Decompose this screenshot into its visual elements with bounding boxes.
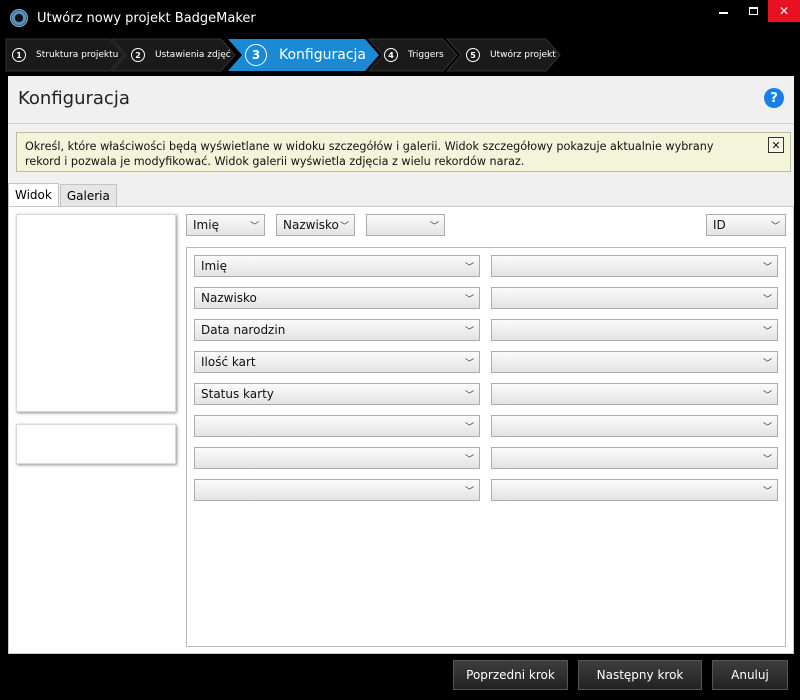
chevron-down-icon: ﹀ (464, 359, 474, 369)
selector-value: Imię (193, 218, 219, 232)
chevron-down-icon: ﹀ (770, 222, 780, 232)
step-label: Triggers (408, 50, 444, 60)
minimize-icon (718, 12, 728, 14)
field-value: Status karty (201, 387, 274, 401)
close-icon: ✕ (771, 138, 781, 152)
field-left-7[interactable]: ﹀ (194, 447, 480, 469)
chevron-down-icon: ﹀ (464, 423, 474, 433)
selector-3[interactable]: ﹀ (366, 214, 445, 236)
wizard-steps: 1 Struktura projektu 2 Ustawienia zdjęć … (0, 36, 800, 74)
maximize-button[interactable] (738, 0, 768, 22)
window-controls: ✕ (708, 0, 800, 24)
info-close-button[interactable]: ✕ (768, 137, 784, 153)
step-label: Konfiguracja (279, 47, 367, 63)
field-right-2[interactable]: ﹀ (491, 287, 778, 309)
close-window-button[interactable]: ✕ (768, 0, 800, 22)
tab-widok[interactable]: Widok (8, 183, 59, 206)
info-banner: Określ, które właściwości będą wyświetla… (16, 132, 791, 172)
close-icon: ✕ (778, 4, 790, 18)
chevron-down-icon: ﹀ (762, 423, 772, 433)
field-left-3[interactable]: Data narodzin ﹀ (194, 319, 480, 341)
field-right-4[interactable]: ﹀ (491, 351, 778, 373)
maximize-icon (748, 7, 758, 15)
selector-2[interactable]: Nazwisko ﹀ (276, 214, 355, 236)
step-5[interactable]: 5 Utwórz projekt (466, 39, 556, 71)
step-label: Ustawienia zdjęć (155, 50, 231, 60)
field-left-5[interactable]: Status karty ﹀ (194, 383, 480, 405)
cancel-button[interactable]: Anuluj (712, 660, 788, 690)
chevron-down-icon: ﹀ (762, 487, 772, 497)
chevron-down-icon: ﹀ (464, 391, 474, 401)
step-3[interactable]: 3 Konfiguracja (245, 39, 366, 71)
field-value: Ilość kart (201, 355, 256, 369)
field-left-1[interactable]: Imię ﹀ (194, 255, 480, 277)
caption-preview-card (16, 424, 176, 464)
step-label: Utwórz projekt (490, 50, 556, 60)
fields-area: Imię ﹀ ﹀ Nazwisko ﹀ ﹀ Data narodzin ﹀ ﹀ Ilo… (186, 247, 786, 647)
field-left-6[interactable]: ﹀ (194, 415, 480, 437)
chevron-down-icon: ﹀ (762, 359, 772, 369)
field-right-8[interactable]: ﹀ (491, 479, 778, 501)
field-right-7[interactable]: ﹀ (491, 447, 778, 469)
field-value: Nazwisko (201, 291, 257, 305)
chevron-down-icon: ﹀ (464, 263, 474, 273)
view-tabs: Widok Galeria (8, 183, 118, 206)
minimize-button[interactable] (708, 0, 738, 22)
chevron-down-icon: ﹀ (249, 222, 259, 232)
main-panel: Konfiguracja ? Określ, które właściwości… (8, 76, 794, 654)
tab-panel-widok: Imię ﹀ Nazwisko ﹀ ﹀ ID ﹀ Imię ﹀ ﹀ Nazwisko ﹀ … (8, 206, 794, 654)
selector-value: ID (713, 218, 726, 232)
help-icon[interactable]: ? (764, 88, 784, 108)
chevron-down-icon: ﹀ (464, 487, 474, 497)
field-value: Imię (201, 259, 227, 273)
field-right-1[interactable]: ﹀ (491, 255, 778, 277)
field-left-8[interactable]: ﹀ (194, 479, 480, 501)
step-label: Struktura projektu (36, 50, 119, 60)
chevron-down-icon: ﹀ (464, 455, 474, 465)
chevron-down-icon: ﹀ (762, 327, 772, 337)
field-right-3[interactable]: ﹀ (491, 319, 778, 341)
tab-galeria[interactable]: Galeria (59, 184, 117, 206)
page-title: Konfiguracja (18, 88, 130, 109)
step-2[interactable]: 2 Ustawienia zdjęć (131, 39, 231, 71)
field-right-5[interactable]: ﹀ (491, 383, 778, 405)
title-bar: Utwórz nowy projekt BadgeMaker ✕ (0, 0, 800, 36)
chevron-down-icon: ﹀ (762, 391, 772, 401)
photo-preview-card (16, 214, 176, 412)
step-number: 3 (245, 44, 267, 66)
field-left-2[interactable]: Nazwisko ﹀ (194, 287, 480, 309)
chevron-down-icon: ﹀ (464, 295, 474, 305)
window-title: Utwórz nowy projekt BadgeMaker (37, 10, 256, 26)
info-text: Określ, które właściwości będą wyświetla… (25, 140, 714, 168)
chevron-down-icon: ﹀ (464, 327, 474, 337)
selector-id[interactable]: ID ﹀ (706, 214, 786, 236)
page-header: Konfiguracja ? (8, 76, 794, 124)
chevron-down-icon: ﹀ (339, 222, 349, 232)
chevron-down-icon: ﹀ (762, 295, 772, 305)
next-step-button[interactable]: Następny krok (578, 660, 702, 690)
step-number: 4 (384, 48, 398, 62)
selector-value: Nazwisko (283, 218, 339, 232)
chevron-down-icon: ﹀ (762, 455, 772, 465)
step-number: 2 (131, 48, 145, 62)
step-4[interactable]: 4 Triggers (384, 39, 444, 71)
chevron-down-icon: ﹀ (429, 222, 439, 232)
chevron-down-icon: ﹀ (762, 263, 772, 273)
step-number: 1 (12, 48, 26, 62)
field-left-4[interactable]: Ilość kart ﹀ (194, 351, 480, 373)
app-logo-icon (10, 9, 28, 27)
selector-1[interactable]: Imię ﹀ (186, 214, 265, 236)
step-1[interactable]: 1 Struktura projektu (12, 39, 118, 71)
step-number: 5 (466, 48, 480, 62)
previous-step-button[interactable]: Poprzedni krok (453, 660, 568, 690)
field-value: Data narodzin (201, 323, 286, 337)
field-right-6[interactable]: ﹀ (491, 415, 778, 437)
